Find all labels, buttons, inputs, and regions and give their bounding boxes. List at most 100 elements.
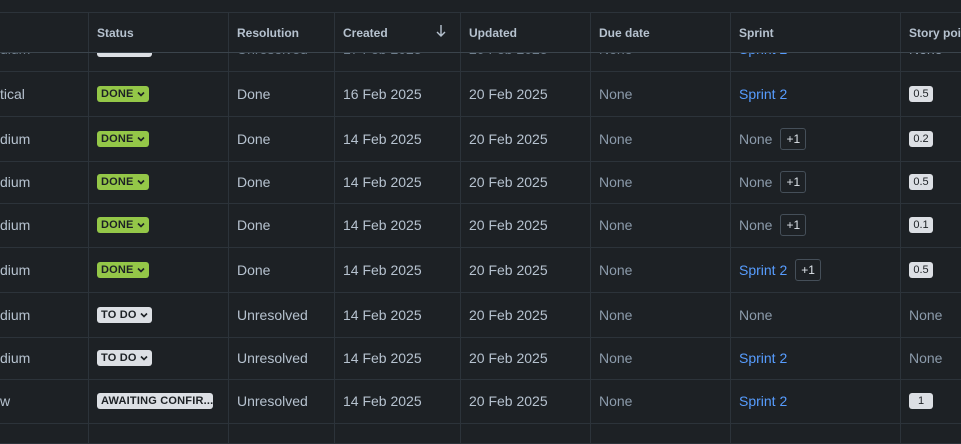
table-row-partial <box>0 423 961 444</box>
table-row[interactable]: tical DONE Done 16 Feb 2025 20 Feb 2025 None S… <box>0 71 961 117</box>
created-cell: 14 Feb 2025 <box>335 203 461 247</box>
story-points-badge: 0.2 <box>909 130 933 147</box>
created-cell: 14 Feb 2025 <box>335 247 461 292</box>
sprint-cell: Sprint 2 +1 <box>731 247 901 292</box>
updated-cell: 20 Feb 2025 <box>461 203 591 247</box>
story-points-badge: 0.5 <box>909 261 933 278</box>
column-header-resolution[interactable]: Resolution <box>229 13 335 52</box>
due-date-cell: None <box>591 247 731 292</box>
status-lozenge[interactable]: DONE <box>97 174 149 190</box>
empty-cell <box>0 423 89 443</box>
sprint-more-badge[interactable]: +1 <box>780 214 807 236</box>
column-header-updated[interactable]: Updated <box>461 13 591 52</box>
chevron-down-icon <box>137 267 145 273</box>
status-label: DONE <box>101 263 134 276</box>
status-lozenge[interactable]: AWAITING CONFIR... <box>97 393 213 409</box>
story-points-cell: 1 <box>901 379 961 423</box>
column-header-created[interactable]: Created <box>335 13 461 52</box>
table-row[interactable]: w AWAITING CONFIR... Unresolved 14 Feb 2025… <box>0 379 961 424</box>
table-row[interactable]: dium DONE Done 14 Feb 2025 20 Feb 2025 None No… <box>0 161 961 204</box>
table-row[interactable]: dium DONE Done 14 Feb 2025 20 Feb 2025 None No… <box>0 116 961 162</box>
resolution-cell: Unresolved <box>229 292 335 337</box>
table-row[interactable]: dium DONE Done 14 Feb 2025 20 Feb 2025 None No… <box>0 203 961 248</box>
story-points-cell: 0.5 <box>901 247 961 292</box>
status-lozenge[interactable]: DONE <box>97 217 149 233</box>
column-header-sprint[interactable]: Sprint <box>731 13 901 52</box>
empty-cell <box>591 423 731 443</box>
status-cell: DONE <box>89 203 229 247</box>
created-cell: 14 Feb 2025 <box>335 379 461 423</box>
created-cell: 14 Feb 2025 <box>335 161 461 203</box>
due-date-cell: None <box>591 203 731 247</box>
table-row[interactable]: dium TO DO Unresolved 14 Feb 2025 20 Feb 202… <box>0 292 961 338</box>
due-date-cell: None <box>591 116 731 161</box>
status-lozenge[interactable]: TO DO <box>97 306 152 323</box>
status-cell: DONE <box>89 71 229 116</box>
status-cell: AWAITING CONFIR... <box>89 379 229 423</box>
priority-cell: dium <box>0 247 89 292</box>
created-cell: 16 Feb 2025 <box>335 71 461 116</box>
chevron-down-icon <box>137 91 145 97</box>
priority-cell: dium <box>0 292 89 337</box>
sprint-link[interactable]: Sprint 2 <box>739 350 787 366</box>
status-lozenge[interactable]: DONE <box>97 85 149 102</box>
sprint-more-badge[interactable]: +1 <box>795 258 821 281</box>
priority-cell: dium <box>0 161 89 203</box>
status-label: TO DO <box>101 308 137 321</box>
created-cell: 14 Feb 2025 <box>335 116 461 161</box>
story-points-none: None <box>909 306 943 323</box>
updated-cell: 20 Feb 2025 <box>461 247 591 292</box>
status-cell: TO DO <box>89 292 229 337</box>
status-label: AWAITING CONFIR... <box>101 395 214 407</box>
status-label: DONE <box>101 132 134 145</box>
sprint-cell: None +1 <box>731 203 901 247</box>
arrow-down-icon[interactable] <box>436 24 446 38</box>
resolution-cell: Done <box>229 116 335 161</box>
table-row[interactable]: dium DONE Done 14 Feb 2025 20 Feb 2025 None Sp… <box>0 247 961 293</box>
column-header-due-date[interactable]: Due date <box>591 13 731 52</box>
story-points-badge: 0.5 <box>909 174 933 190</box>
column-header-status[interactable]: Status <box>89 13 229 52</box>
sprint-more-badge[interactable]: +1 <box>780 171 807 193</box>
status-lozenge[interactable]: DONE <box>97 130 149 147</box>
sprint-none: None <box>739 306 773 323</box>
updated-cell: 20 Feb 2025 <box>461 116 591 161</box>
resolution-cell: Unresolved <box>229 379 335 423</box>
table-row[interactable]: dium TO DO Unresolved 14 Feb 2025 20 Feb 202… <box>0 337 961 380</box>
priority-cell: dium <box>0 337 89 379</box>
column-header-priority[interactable] <box>0 13 89 52</box>
story-points-cell: None <box>901 292 961 337</box>
sprint-cell: Sprint 2 <box>731 337 901 379</box>
table-header: Status Resolution Created Updated Due da… <box>0 12 961 53</box>
story-points-badge: 0.5 <box>909 85 933 102</box>
priority-cell: w <box>0 379 89 423</box>
chevron-down-icon <box>137 222 145 228</box>
sprint-link[interactable]: Sprint 2 <box>739 86 787 102</box>
story-points-none: None <box>909 350 943 366</box>
status-label: TO DO <box>101 352 137 364</box>
sprint-link[interactable]: Sprint 2 <box>739 262 787 278</box>
updated-cell: 20 Feb 2025 <box>461 161 591 203</box>
status-lozenge[interactable]: DONE <box>97 261 149 278</box>
updated-cell: 20 Feb 2025 <box>461 292 591 337</box>
sprint-cell: None +1 <box>731 116 901 161</box>
story-points-cell: None <box>901 337 961 379</box>
story-points-cell: 0.1 <box>901 203 961 247</box>
created-cell: 14 Feb 2025 <box>335 337 461 379</box>
column-header-created-label: Created <box>343 25 388 40</box>
status-lozenge[interactable]: TO DO <box>97 350 152 366</box>
status-cell: DONE <box>89 116 229 161</box>
chevron-down-icon <box>140 355 148 361</box>
empty-cell <box>229 423 335 443</box>
column-header-story-points[interactable]: Story poi <box>901 13 961 52</box>
chevron-down-icon <box>137 179 145 185</box>
resolution-cell: Done <box>229 71 335 116</box>
updated-cell: 20 Feb 2025 <box>461 71 591 116</box>
sprint-cell: Sprint 2 <box>731 379 901 423</box>
sprint-link[interactable]: Sprint 2 <box>739 393 787 409</box>
chevron-down-icon <box>140 312 148 318</box>
empty-cell <box>89 423 229 443</box>
sprint-more-badge[interactable]: +1 <box>780 127 807 150</box>
status-label: DONE <box>101 219 134 231</box>
sprint-cell: Sprint 2 <box>731 71 901 116</box>
